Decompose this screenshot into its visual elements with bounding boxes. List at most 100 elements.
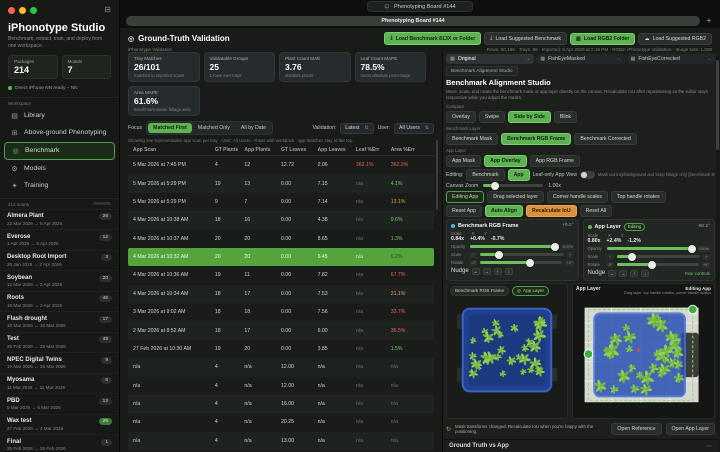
- load-button[interactable]: ⤓ Load Benchmark 813X or Folder: [384, 32, 481, 45]
- table-row[interactable]: n/a 4 n/a 12.00 n/a n/a n/a: [128, 377, 434, 395]
- main-scrollbar[interactable]: [716, 56, 719, 432]
- close-window-button[interactable]: [8, 7, 15, 14]
- table-row[interactable]: n/a 4 n/a 13.00 n/a n/a n/a: [128, 432, 434, 450]
- board-title-pill[interactable]: ⊡ Phenotyping Board #144: [367, 1, 472, 12]
- rotate-plus-button[interactable]: +2°: [565, 260, 573, 266]
- rotate-minus-button[interactable]: -2°: [470, 260, 477, 266]
- table-row[interactable]: n/a 4 n/a 12.00 n/a n/a n/a: [128, 358, 434, 376]
- table-row[interactable]: 5 Mar 2026 at 5:29 PM 9 7 0.00 7.14 n/a …: [128, 193, 434, 211]
- nudge-left-button[interactable]: ←: [608, 270, 616, 277]
- image-mode-tab[interactable]: ▦ FishEyeCorrected ⌄: [627, 54, 715, 64]
- action-button[interactable]: Auto Align: [485, 205, 523, 217]
- project-list-item[interactable]: Everose 1 Apr 2026 → 5 Apr 2026 12: [0, 229, 119, 250]
- project-list-item[interactable]: NPEC Digital Twins 10 Mar 2026 → 26 Mar …: [0, 352, 119, 373]
- app-layer-preview-canvas[interactable]: App Layer Editing App Drag layer, top ha…: [572, 283, 715, 419]
- sidebar-nav-item[interactable]: ⚙ Models: [4, 161, 115, 177]
- load-button[interactable]: ☁ Load Suggested RGB2: [638, 33, 712, 45]
- scale-minus-button[interactable]: −: [607, 254, 614, 260]
- benchmark-layer-option[interactable]: Benchmark Mask: [446, 133, 498, 145]
- sidebar-nav-item[interactable]: ⊞ Above-ground Phenotyping: [4, 125, 115, 141]
- sidebar-nav-item[interactable]: ◎ Benchmark: [4, 142, 115, 160]
- col-gt-plants[interactable]: GT Plants: [215, 147, 245, 153]
- col-app-leaves[interactable]: App Leaves: [318, 147, 356, 153]
- project-list-item[interactable]: Myosama 11 Mar 2026 → 11 Mar 2026 6: [0, 373, 119, 394]
- benchmark-preview-canvas[interactable]: Benchmark RGB Frame ◎ App Layer: [446, 283, 568, 419]
- nudge-up-button[interactable]: ↑: [630, 270, 638, 277]
- sidebar-nav-item[interactable]: ✦ Training: [4, 178, 115, 194]
- open-reference-button[interactable]: Open Reference: [611, 423, 661, 435]
- sidebar-toggle-icon[interactable]: ⊟: [104, 6, 111, 14]
- image-mode-tab[interactable]: ▦ FishEyeMasked ⌄: [536, 54, 624, 64]
- action-button[interactable]: Reset All: [580, 205, 612, 217]
- benchmark-frame-pill[interactable]: Benchmark RGB Frame: [450, 286, 509, 296]
- scale-handle[interactable]: [584, 349, 593, 358]
- scale-plus-button[interactable]: +: [703, 254, 710, 260]
- compare-option[interactable]: Blink: [554, 111, 577, 123]
- open-app-layer-button[interactable]: Open App Layer: [666, 423, 716, 435]
- minimize-window-button[interactable]: [19, 7, 26, 14]
- load-button[interactable]: ⤓ Load Suggested Benchmark: [484, 32, 567, 45]
- fine-controls-link[interactable]: Fine controls: [685, 271, 710, 276]
- sidebar-nav-item[interactable]: ▤ Library: [4, 108, 115, 124]
- nudge-down-button[interactable]: ↓: [641, 270, 649, 277]
- scan-scrollbar[interactable]: [93, 202, 111, 205]
- table-row[interactable]: n/a 4 n/a 20.25 n/a n/a n/a: [128, 413, 434, 431]
- table-row[interactable]: 2 Mar 2026 at 8:52 AM 18 17 0.00 6.00 n/…: [128, 321, 434, 339]
- canvas-zoom-slider[interactable]: [483, 184, 543, 187]
- project-list-item[interactable]: Desktop Root Import 20 Jan 2026 → 2 Apr …: [0, 250, 119, 271]
- table-row[interactable]: 4 Mar 2026 at 10:34 AM 18 17 0.00 7.53 n…: [128, 285, 434, 303]
- table-row[interactable]: 27 Feb 2026 at 10:30 AM 19 20 0.00 3.85 …: [128, 340, 434, 358]
- studio-breadcrumb[interactable]: Benchmark Alignment Studio: [446, 66, 518, 76]
- table-scrollbar[interactable]: [436, 140, 438, 210]
- table-row[interactable]: 4 Mar 2026 at 10:37 AM 20 20 0.00 8.65 n…: [128, 230, 434, 248]
- filter-segment[interactable]: Matched Only: [193, 123, 235, 133]
- opacity-slider[interactable]: [470, 245, 558, 248]
- benchmark-layer-option[interactable]: Benchmark Corrected: [574, 133, 636, 145]
- action-button[interactable]: Recalculate IoU: [526, 205, 577, 217]
- table-row[interactable]: 4 Mar 2026 at 10:32 AM 20 20 0.00 6.45 n…: [128, 248, 434, 266]
- project-list-item[interactable]: Flash drought 10 Mar 2026 → 10 Mar 2026 …: [0, 311, 119, 332]
- zoom-window-button[interactable]: [30, 7, 37, 14]
- action-button[interactable]: Reset App: [446, 205, 482, 217]
- table-row[interactable]: 5 Mar 2026 at 5:29 PM 19 13 0.00 7.15 n/…: [128, 174, 434, 192]
- rotate-slider[interactable]: [617, 263, 699, 266]
- filter-segment[interactable]: Matched First: [148, 123, 192, 133]
- col-area-err[interactable]: Area %Err: [391, 147, 429, 153]
- project-list-item[interactable]: Roots 18 Mar 2026 → 2 Apr 2026 46: [0, 291, 119, 312]
- validation-select[interactable]: Latest ⇅: [340, 123, 373, 134]
- leaf-only-toggle[interactable]: [580, 171, 595, 179]
- table-row[interactable]: n/a 4 n/a 16.00 n/a n/a n/a: [128, 395, 434, 413]
- project-list-item[interactable]: Final 25 Feb 2026 → 25 Feb 2026 1: [0, 434, 119, 452]
- nudge-up-button[interactable]: ↑: [494, 268, 502, 275]
- scale-minus-button[interactable]: −: [470, 252, 477, 258]
- editing-benchmark-option[interactable]: Benchmark: [466, 169, 504, 181]
- opacity-slider[interactable]: [607, 247, 695, 250]
- table-row[interactable]: 4 Mar 2026 at 10:36 AM 19 11 0.00 7.82 n…: [128, 266, 434, 284]
- add-tab-button[interactable]: +: [704, 17, 714, 25]
- app-layer-option[interactable]: App Overlay: [484, 155, 527, 167]
- app-layer-option[interactable]: App Mask: [446, 155, 481, 167]
- table-row[interactable]: 4 Mar 2026 at 10:38 AM 18 16 0.00 4.38 n…: [128, 211, 434, 229]
- col-leaf-err[interactable]: Leaf %Err: [356, 147, 391, 153]
- compare-option[interactable]: Side by Side: [508, 111, 551, 123]
- filter-segment[interactable]: All by Date: [236, 123, 271, 133]
- scale-slider[interactable]: [480, 253, 564, 256]
- nudge-down-button[interactable]: ↓: [505, 268, 513, 275]
- col-gt-leaves[interactable]: GT Leaves: [281, 147, 318, 153]
- tab-phenotyping-board[interactable]: Phenotyping Board #144: [126, 16, 700, 26]
- col-app-scan[interactable]: App Scan: [133, 147, 215, 153]
- table-row[interactable]: 5 Mar 2026 at 7:45 PM 4 12 12.72 2.06 36…: [128, 156, 434, 174]
- nudge-right-button[interactable]: →: [483, 268, 491, 275]
- rotate-plus-button[interactable]: +5°: [702, 262, 710, 268]
- project-list-item[interactable]: Wax test 27 Feb 2026 → 4 Mar 2026 25: [0, 414, 119, 435]
- project-list-item[interactable]: Soybean 12 Mar 2026 → 2 Apr 2026 20: [0, 270, 119, 291]
- image-mode-tab[interactable]: ▦ Original ⌄: [446, 54, 534, 64]
- scale-plus-button[interactable]: +: [567, 252, 574, 258]
- user-select[interactable]: All Users ⇅: [394, 123, 434, 134]
- rotate-minus-button[interactable]: -5°: [607, 262, 614, 268]
- ground-truth-vs-app-bar[interactable]: Ground Truth vs App ⋯: [443, 439, 718, 452]
- project-list-item[interactable]: PBD 5 Mar 2026 → 6 Mar 2026 12: [0, 393, 119, 414]
- nudge-left-button[interactable]: ←: [472, 268, 480, 275]
- compare-option[interactable]: Swipe: [479, 111, 505, 123]
- app-layer-option[interactable]: App RGB Frame: [530, 155, 580, 167]
